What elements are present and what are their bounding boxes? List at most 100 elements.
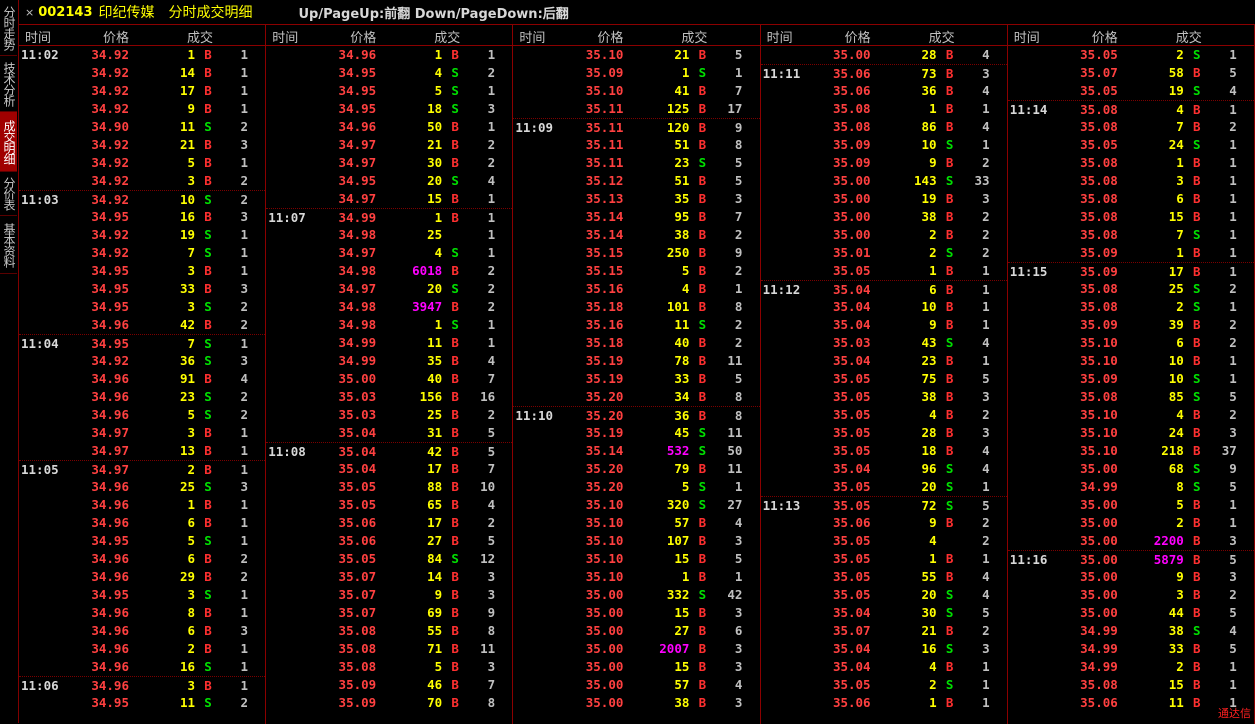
trade-row: 35.14 95 B 7	[513, 208, 759, 226]
trade-volume: 10	[1168, 371, 1184, 386]
sidebar-tab-1[interactable]: 技术分析	[0, 56, 17, 112]
trade-row: 34.95 11 S 2	[19, 694, 265, 712]
trade-side: B	[1193, 695, 1201, 710]
trade-price: 35.00	[1080, 497, 1118, 512]
header-time: 时间	[519, 31, 546, 46]
trade-row: 34.96 1 B 1	[19, 496, 265, 514]
trade-count: 8	[734, 408, 743, 423]
trade-count: 3	[1229, 533, 1237, 548]
trade-price: 35.08	[1080, 209, 1118, 224]
trade-volume: 2	[1176, 299, 1184, 314]
trade-row: 35.09 9 B 2	[761, 154, 1007, 172]
trade-price: 35.08	[1080, 389, 1118, 404]
trade-price: 35.04	[832, 353, 871, 368]
sidebar-tab-4[interactable]: 基本资料	[0, 216, 17, 274]
trade-side: S	[698, 587, 707, 602]
trade-side: B	[204, 209, 212, 224]
trade-side: B	[698, 569, 707, 584]
trade-side: B	[1193, 264, 1201, 279]
trade-side: B	[204, 173, 212, 188]
trade-side: S	[204, 245, 212, 260]
trade-volume: 2	[1176, 659, 1184, 674]
trade-side: B	[204, 101, 212, 116]
trade-volume: 2	[929, 227, 937, 242]
trade-row: 35.00 68 S 9	[1008, 460, 1254, 478]
trade-price: 35.09	[338, 677, 377, 692]
trade-side: B	[945, 551, 954, 566]
trade-row: 35.05 20 S 4	[761, 586, 1007, 604]
trade-price: 35.08	[1080, 155, 1118, 170]
trade-price: 34.95	[91, 695, 129, 710]
trade-row: 34.99 2 B 1	[1008, 658, 1254, 676]
trade-price: 34.97	[91, 443, 129, 458]
trade-row: 34.97 15 B 1	[266, 190, 512, 208]
trade-volume: 25	[179, 479, 195, 494]
trade-count: 2	[487, 299, 496, 314]
trade-side: B	[1193, 605, 1201, 620]
trade-price: 35.20	[585, 389, 624, 404]
sidebar-tab-0[interactable]: 分时走势	[0, 0, 17, 56]
trade-side: B	[204, 83, 212, 98]
header-time: 时间	[25, 31, 52, 46]
trade-row: 35.10 15 B 5	[513, 550, 759, 568]
trade-row: 35.08 55 B 8	[266, 622, 512, 640]
trade-count: 1	[487, 47, 496, 62]
trade-row: 35.14 38 B 2	[513, 226, 759, 244]
trade-volume: 1	[434, 317, 443, 332]
trade-row: 34.92 21 B 3	[19, 136, 265, 154]
trade-price: 35.05	[832, 389, 871, 404]
trade-price: 34.98	[338, 317, 377, 332]
trade-row: 34.96 5 S 2	[19, 406, 265, 424]
trade-row: 35.05 88 B 10	[266, 478, 512, 496]
trade-volume: 35	[427, 353, 443, 368]
trade-volume: 1	[1176, 155, 1184, 170]
trade-price: 35.00	[832, 227, 871, 242]
trade-row: 34.95 16 B 3	[19, 208, 265, 226]
trade-row: 35.03 43 S 4	[761, 334, 1007, 352]
trade-count: 2	[982, 227, 990, 242]
trade-price: 35.05	[832, 407, 871, 422]
trade-price: 34.96	[91, 551, 129, 566]
trade-volume: 33	[674, 371, 690, 386]
sidebar-tab-2[interactable]: 成交明细	[0, 112, 17, 172]
trade-row: 35.20 5 S 1	[513, 478, 759, 496]
trade-side: S	[1193, 479, 1201, 494]
trade-row: 34.96 6 B 3	[19, 622, 265, 640]
trade-row: 34.97 20 S 2	[266, 280, 512, 298]
trade-count: 4	[1229, 623, 1237, 638]
close-icon[interactable]: ×	[25, 6, 34, 19]
trade-price: 35.03	[338, 407, 377, 422]
trade-side: B	[1193, 641, 1201, 656]
trade-price: 35.06	[1080, 695, 1118, 710]
trade-price: 35.00	[585, 605, 624, 620]
trade-price: 35.00	[1080, 515, 1118, 530]
trade-row: 35.05 55 B 4	[761, 568, 1007, 586]
trade-side: S	[945, 335, 954, 350]
trade-row: 35.10 24 B 3	[1008, 424, 1254, 442]
sidebar-tab-3[interactable]: 分价表	[0, 172, 17, 216]
trade-volume: 38	[674, 695, 690, 710]
trade-side: S	[451, 245, 459, 260]
trade-price: 35.05	[832, 587, 871, 602]
trade-row: 34.96 23 S 2	[19, 388, 265, 406]
trade-count: 4	[982, 587, 990, 602]
trade-count: 3	[240, 209, 248, 224]
trade-side: B	[945, 659, 954, 674]
trade-price: 35.09	[1080, 264, 1118, 279]
trade-side: B	[204, 263, 212, 278]
trade-side: B	[451, 695, 459, 710]
trade-side: S	[204, 479, 212, 494]
trade-side: B	[698, 281, 707, 296]
trade-count: 3	[487, 569, 496, 584]
trade-row: 35.11 125 B 17	[513, 100, 759, 118]
trade-volume: 5	[681, 263, 690, 278]
trade-count: 4	[982, 119, 990, 134]
trade-row: 11:07 34.99 1 B 1	[266, 208, 513, 227]
trade-volume: 36	[674, 408, 690, 423]
trade-count: 4	[734, 515, 743, 530]
trade-row: 11:11 35.06 73 B 3	[760, 64, 1007, 83]
trade-count: 4	[982, 569, 990, 584]
trade-row: 35.00 2 B 2	[761, 226, 1007, 244]
trade-column-0: 时间 价格 成交 11:02 34.92 1 B 1 34.92 14 B 1 34.92 17 B 1 34.…	[19, 25, 267, 724]
trade-volume: 1	[187, 497, 195, 512]
